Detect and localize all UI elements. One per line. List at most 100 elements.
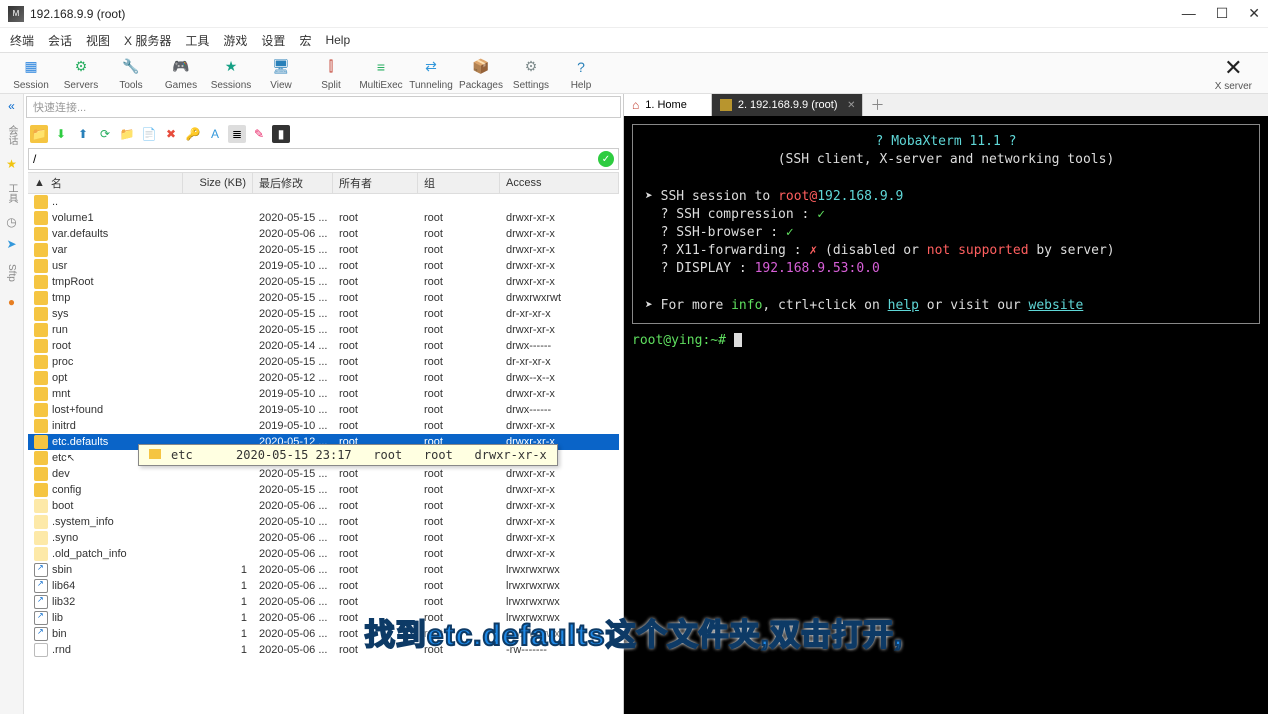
newfolder-icon[interactable]: 📁 (118, 125, 136, 143)
list-icon[interactable]: ≣ (228, 125, 246, 143)
close-tab-icon[interactable]: ✕ (847, 100, 855, 111)
file-row[interactable]: run2020-05-15 ...rootrootdrwxr-xr-x (28, 322, 619, 338)
collapse-icon[interactable]: « (4, 98, 20, 114)
file-row[interactable]: .old_patch_info2020-05-06 ...rootrootdrw… (28, 546, 619, 562)
menu-item[interactable]: 游戏 (223, 32, 247, 49)
menu-item[interactable]: X 服务器 (124, 32, 171, 49)
tool-sessions[interactable]: ★Sessions (206, 53, 256, 93)
maximize-button[interactable]: ☐ (1216, 5, 1229, 22)
folder-icon (34, 307, 48, 321)
help-link[interactable]: help (888, 298, 919, 313)
tool-packages[interactable]: 📦Packages (456, 53, 506, 93)
file-row[interactable]: sbin12020-05-06 ...rootrootlrwxrwxrwx (28, 562, 619, 578)
menu-item[interactable]: 工具 (185, 32, 209, 49)
menu-item[interactable]: 会话 (48, 32, 72, 49)
folder-icon (34, 275, 48, 289)
help-icon: ? (570, 56, 592, 78)
file-row[interactable]: config2020-05-15 ...rootrootdrwxr-xr-x (28, 482, 619, 498)
file-row[interactable]: .syno2020-05-06 ...rootrootdrwxr-xr-x (28, 530, 619, 546)
file-row[interactable]: root2020-05-14 ...rootrootdrwx------ (28, 338, 619, 354)
file-row[interactable]: dev2020-05-15 ...rootrootdrwxr-xr-x (28, 466, 619, 482)
link-icon (34, 579, 48, 593)
menu-item[interactable]: 宏 (299, 32, 311, 49)
tab-session[interactable]: 2. 192.168.9.9 (root)✕ (712, 94, 863, 116)
file-row[interactable]: boot2020-05-06 ...rootrootdrwxr-xr-x (28, 498, 619, 514)
parent-dir-row[interactable]: .. (28, 194, 619, 210)
file-row[interactable]: opt2020-05-12 ...rootrootdrwx--x--x (28, 370, 619, 386)
col-access[interactable]: Access (500, 173, 619, 193)
col-modified[interactable]: 最后修改 (253, 173, 333, 193)
col-size[interactable]: Size (KB) (183, 173, 253, 193)
edit-icon[interactable]: ✎ (250, 125, 268, 143)
servers-icon: ⚙ (70, 56, 92, 78)
tool-multiexec[interactable]: ≡MultiExec (356, 53, 406, 93)
add-tab-button[interactable]: ＋ (863, 94, 893, 116)
upload-icon[interactable]: ⬆ (74, 125, 92, 143)
download-icon[interactable]: ⬇ (52, 125, 70, 143)
delete-icon[interactable]: ✖ (162, 125, 180, 143)
menu-item[interactable]: Help (325, 33, 350, 47)
file-row[interactable]: sys2020-05-15 ...rootrootdr-xr-xr-x (28, 306, 619, 322)
tool-view[interactable]: 🖥View (256, 53, 306, 93)
tool-help[interactable]: ?Help (556, 53, 606, 93)
newfile-icon[interactable]: 📄 (140, 125, 158, 143)
xserver-icon: ✕ (1224, 55, 1242, 81)
send-icon[interactable]: ➤ (4, 236, 20, 252)
globe-icon[interactable]: ● (4, 294, 20, 310)
star-icon[interactable]: ★ (4, 156, 20, 172)
menu-item[interactable]: 设置 (261, 32, 285, 49)
file-row[interactable]: var2020-05-15 ...rootrootdrwxr-xr-x (28, 242, 619, 258)
file-row[interactable]: usr2019-05-10 ...rootrootdrwxr-xr-x (28, 258, 619, 274)
terminal-icon[interactable]: ▮ (272, 125, 290, 143)
packages-icon: 📦 (470, 56, 492, 78)
col-owner[interactable]: 所有者 (333, 173, 418, 193)
link-icon (34, 595, 48, 609)
file-row[interactable]: tmpRoot2020-05-15 ...rootrootdrwxr-xr-x (28, 274, 619, 290)
col-name[interactable]: ▲名 (28, 173, 183, 193)
file-row[interactable]: proc2020-05-15 ...rootrootdr-xr-xr-x (28, 354, 619, 370)
minimize-button[interactable]: — (1182, 5, 1196, 22)
file-row[interactable]: initrd2019-05-10 ...rootrootdrwxr-xr-x (28, 418, 619, 434)
file-row[interactable]: .system_info2020-05-10 ...rootrootdrwxr-… (28, 514, 619, 530)
file-row[interactable]: tmp2020-05-15 ...rootrootdrwxrwxrwt (28, 290, 619, 306)
tool-tunneling[interactable]: ⇄Tunneling (406, 53, 456, 93)
side-tools[interactable]: 工具 (4, 178, 20, 208)
key-icon[interactable]: 🔑 (184, 125, 202, 143)
website-link[interactable]: website (1029, 298, 1084, 313)
tools-icon: 🔧 (120, 56, 142, 78)
tool-session[interactable]: ▦Session (6, 53, 56, 93)
quick-connect-input[interactable]: 快速连接... (26, 96, 621, 118)
menu-item[interactable]: 视图 (86, 32, 110, 49)
folder-icon (34, 227, 48, 241)
tool-servers[interactable]: ⚙Servers (56, 53, 106, 93)
tool-split[interactable]: ⫿Split (306, 53, 356, 93)
path-bar[interactable]: ✓ (28, 148, 619, 170)
file-list-header: ▲名 Size (KB) 最后修改 所有者 组 Access (28, 172, 619, 194)
tab-home[interactable]: ⌂1. Home (624, 94, 712, 116)
file-row[interactable]: var.defaults2020-05-06 ...rootrootdrwxr-… (28, 226, 619, 242)
col-group[interactable]: 组 (418, 173, 500, 193)
text-icon[interactable]: A (206, 125, 224, 143)
refresh-icon[interactable]: ⟳ (96, 125, 114, 143)
folder-lt-icon (34, 531, 48, 545)
folder-up-icon[interactable]: 📁 (30, 125, 48, 143)
file-row[interactable]: volume12020-05-15 ...rootrootdrwxr-xr-x (28, 210, 619, 226)
path-input[interactable] (33, 152, 598, 166)
tool-tools[interactable]: 🔧Tools (106, 53, 156, 93)
session-icon: ▦ (20, 56, 42, 78)
xserver-indicator[interactable]: ✕ X server (1215, 55, 1252, 92)
file-row[interactable]: lib3212020-05-06 ...rootrootlrwxrwxrwx (28, 594, 619, 610)
file-row[interactable]: lost+found2019-05-10 ...rootrootdrwx----… (28, 402, 619, 418)
side-sessions[interactable]: 会话 (4, 120, 20, 150)
folder-icon (34, 387, 48, 401)
history-icon[interactable]: ◷ (4, 214, 20, 230)
tool-settings[interactable]: ⚙Settings (506, 53, 556, 93)
folder-icon (34, 339, 48, 353)
tool-games[interactable]: 🎮Games (156, 53, 206, 93)
file-row[interactable]: mnt2019-05-10 ...rootrootdrwxr-xr-x (28, 386, 619, 402)
close-button[interactable]: ✕ (1248, 5, 1260, 22)
file-row[interactable]: lib6412020-05-06 ...rootrootlrwxrwxrwx (28, 578, 619, 594)
menu-item[interactable]: 终端 (10, 32, 34, 49)
side-tab-bar: « 会话 ★ 工具 ◷ ➤ Sftp ● (0, 94, 24, 714)
side-sftp[interactable]: Sftp (4, 258, 20, 288)
